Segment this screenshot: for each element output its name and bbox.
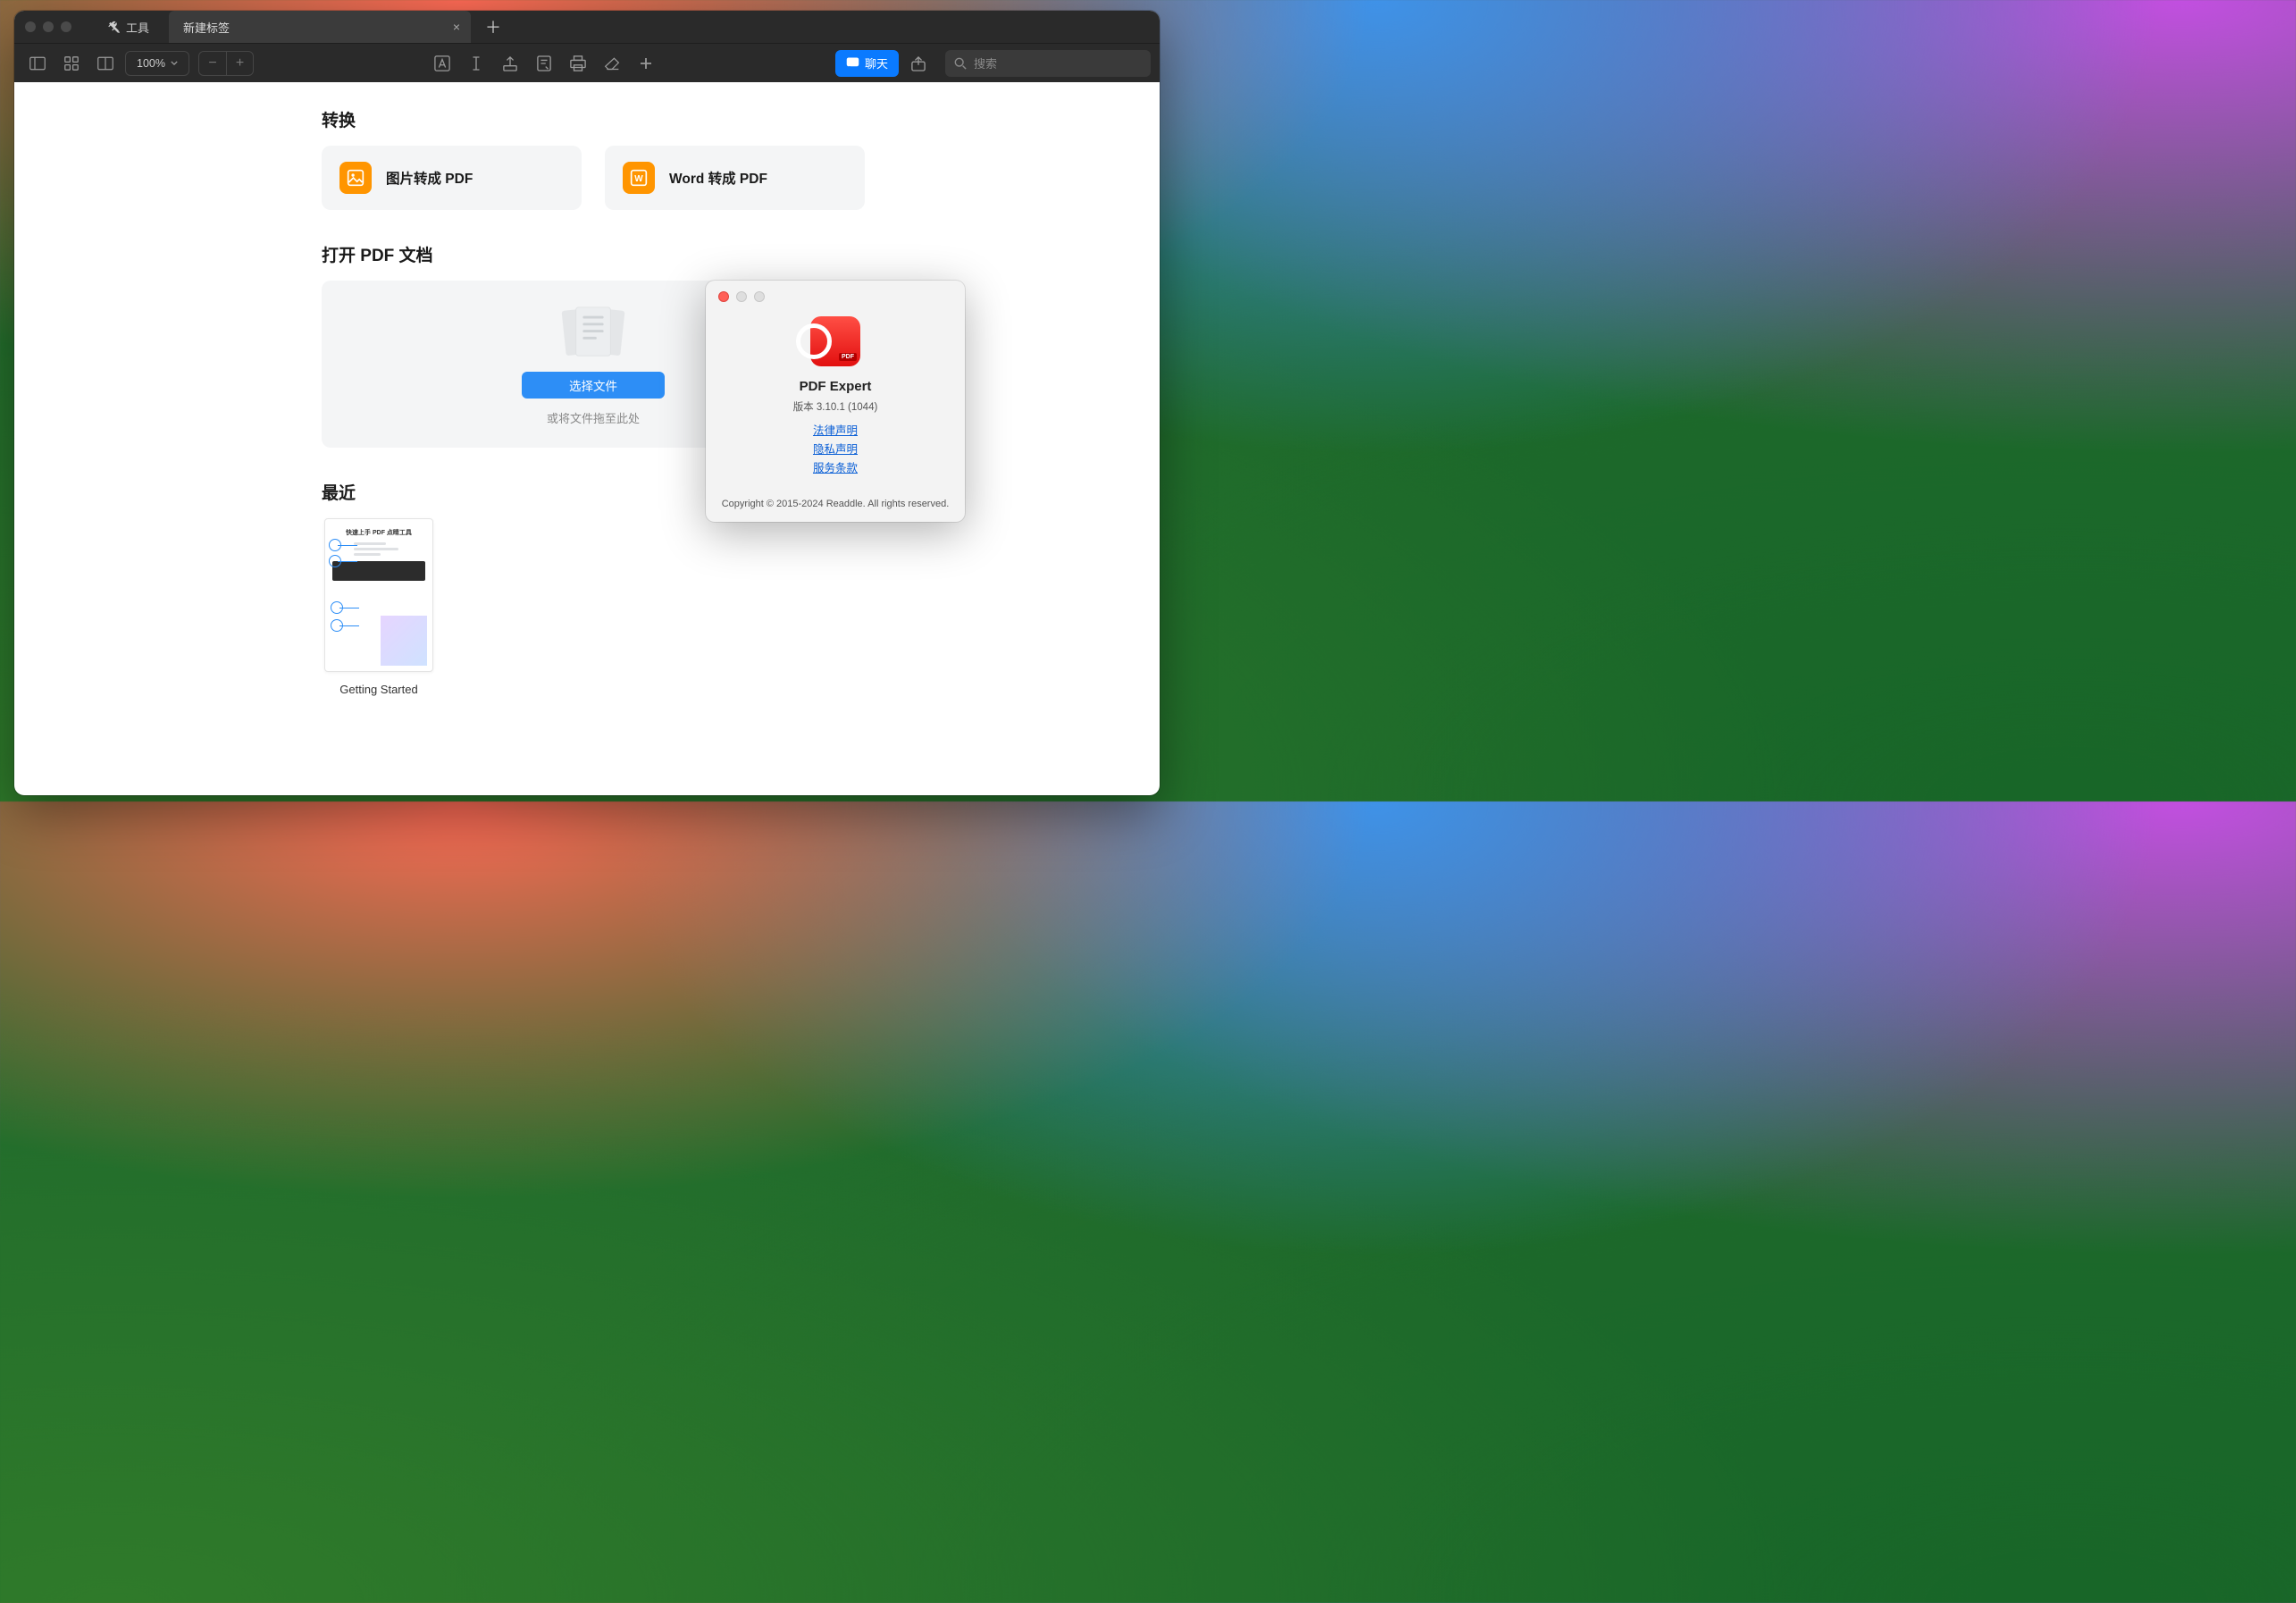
title-bar: 工具 新建标签 × ＋	[14, 11, 1160, 43]
legal-link[interactable]: 法律声明	[813, 421, 858, 438]
chevron-down-icon	[171, 61, 178, 65]
search-icon	[954, 57, 967, 70]
tab-new[interactable]: 新建标签 ×	[169, 11, 471, 43]
dropzone-hint: 或将文件拖至此处	[547, 409, 640, 426]
print-button[interactable]	[564, 50, 592, 77]
tab-title: 新建标签	[183, 19, 230, 36]
about-minimize-button[interactable]	[736, 291, 747, 302]
close-window-button[interactable]	[25, 21, 36, 32]
eraser-icon	[604, 56, 620, 71]
start-page: 转换 图片转成 PDF W Word 转成 PDF 打开 PDF 文档	[14, 82, 1160, 795]
note-icon	[537, 55, 551, 71]
about-window-controls	[718, 291, 765, 302]
sidebar-toggle-button[interactable]	[23, 50, 52, 77]
search-placeholder: 搜索	[974, 55, 997, 71]
annotate-button[interactable]	[530, 50, 558, 77]
image-icon	[339, 162, 372, 194]
thumbnails-button[interactable]	[57, 50, 86, 77]
app-icon-badge: PDF	[839, 353, 857, 361]
ai-chat-label: 聊天	[865, 55, 888, 71]
search-input[interactable]: 搜索	[945, 50, 1151, 77]
add-tool-button[interactable]	[632, 50, 660, 77]
window-controls	[25, 21, 71, 32]
convert-image-to-pdf-card[interactable]: 图片转成 PDF	[322, 146, 582, 210]
share-icon	[911, 55, 926, 71]
grid-icon	[64, 56, 79, 71]
tools-menu-label: 工具	[126, 19, 149, 36]
about-app-name: PDF Expert	[800, 379, 872, 394]
about-links: 法律声明 隐私声明 服务条款	[813, 421, 858, 475]
svg-text:W: W	[634, 174, 643, 184]
upload-icon	[503, 55, 517, 71]
about-version: 版本 3.10.1 (1044)	[793, 399, 878, 414]
tools-menu[interactable]: 工具	[95, 11, 162, 43]
text-tool-button[interactable]	[428, 50, 457, 77]
minimize-window-button[interactable]	[43, 21, 54, 32]
sidebar-icon	[29, 56, 46, 71]
text-cursor-icon	[470, 55, 482, 71]
chat-icon	[846, 56, 859, 70]
text-cursor-button[interactable]	[462, 50, 490, 77]
new-tab-button[interactable]: ＋	[471, 15, 515, 38]
about-dialog: PDF PDF Expert 版本 3.10.1 (1044) 法律声明 隐私声…	[706, 281, 965, 522]
thumb-header: 快速上手 PDF 点睛工具	[332, 528, 425, 537]
book-icon	[97, 56, 113, 71]
export-button[interactable]	[496, 50, 524, 77]
zoom-value: 100%	[137, 57, 165, 70]
convert-cards: 图片转成 PDF W Word 转成 PDF	[322, 146, 865, 210]
app-icon: PDF	[810, 316, 860, 366]
terms-link[interactable]: 服务条款	[813, 458, 858, 475]
ai-chat-button[interactable]: 聊天	[835, 50, 899, 77]
choose-file-button[interactable]: 选择文件	[522, 372, 665, 399]
document-thumbnail: 快速上手 PDF 点睛工具	[324, 518, 433, 672]
text-a-icon	[434, 55, 450, 71]
two-page-button[interactable]	[91, 50, 120, 77]
document-name: Getting Started	[339, 683, 417, 696]
pdf-expert-window: 工具 新建标签 × ＋ 100% − +	[14, 11, 1160, 795]
documents-icon	[558, 306, 628, 361]
recent-grid: 快速上手 PDF 点睛工具	[322, 518, 865, 696]
zoom-stepper: − +	[198, 51, 254, 76]
tab-close-icon[interactable]: ×	[453, 20, 460, 34]
toolbar: 100% − + 聊天	[14, 43, 1160, 82]
recent-document-item[interactable]: 快速上手 PDF 点睛工具	[322, 518, 436, 696]
printer-icon	[570, 55, 586, 71]
about-copyright: Copyright © 2015-2024 Readdle. All right…	[722, 499, 950, 509]
share-button[interactable]	[904, 50, 933, 77]
zoom-in-button[interactable]: +	[226, 52, 253, 75]
zoom-selector[interactable]: 100%	[125, 51, 189, 76]
zoom-out-button[interactable]: −	[199, 52, 226, 75]
about-close-button[interactable]	[718, 291, 729, 302]
tools-icon	[107, 21, 120, 33]
plus-icon	[640, 57, 652, 70]
privacy-link[interactable]: 隐私声明	[813, 440, 858, 457]
convert-word-to-pdf-card[interactable]: W Word 转成 PDF	[605, 146, 865, 210]
word-icon: W	[623, 162, 655, 194]
about-zoom-button[interactable]	[754, 291, 765, 302]
section-open-heading: 打开 PDF 文档	[322, 242, 865, 266]
erase-button[interactable]	[598, 50, 626, 77]
convert-image-label: 图片转成 PDF	[386, 168, 473, 188]
zoom-window-button[interactable]	[61, 21, 71, 32]
convert-word-label: Word 转成 PDF	[669, 168, 767, 188]
section-convert-heading: 转换	[322, 107, 865, 131]
